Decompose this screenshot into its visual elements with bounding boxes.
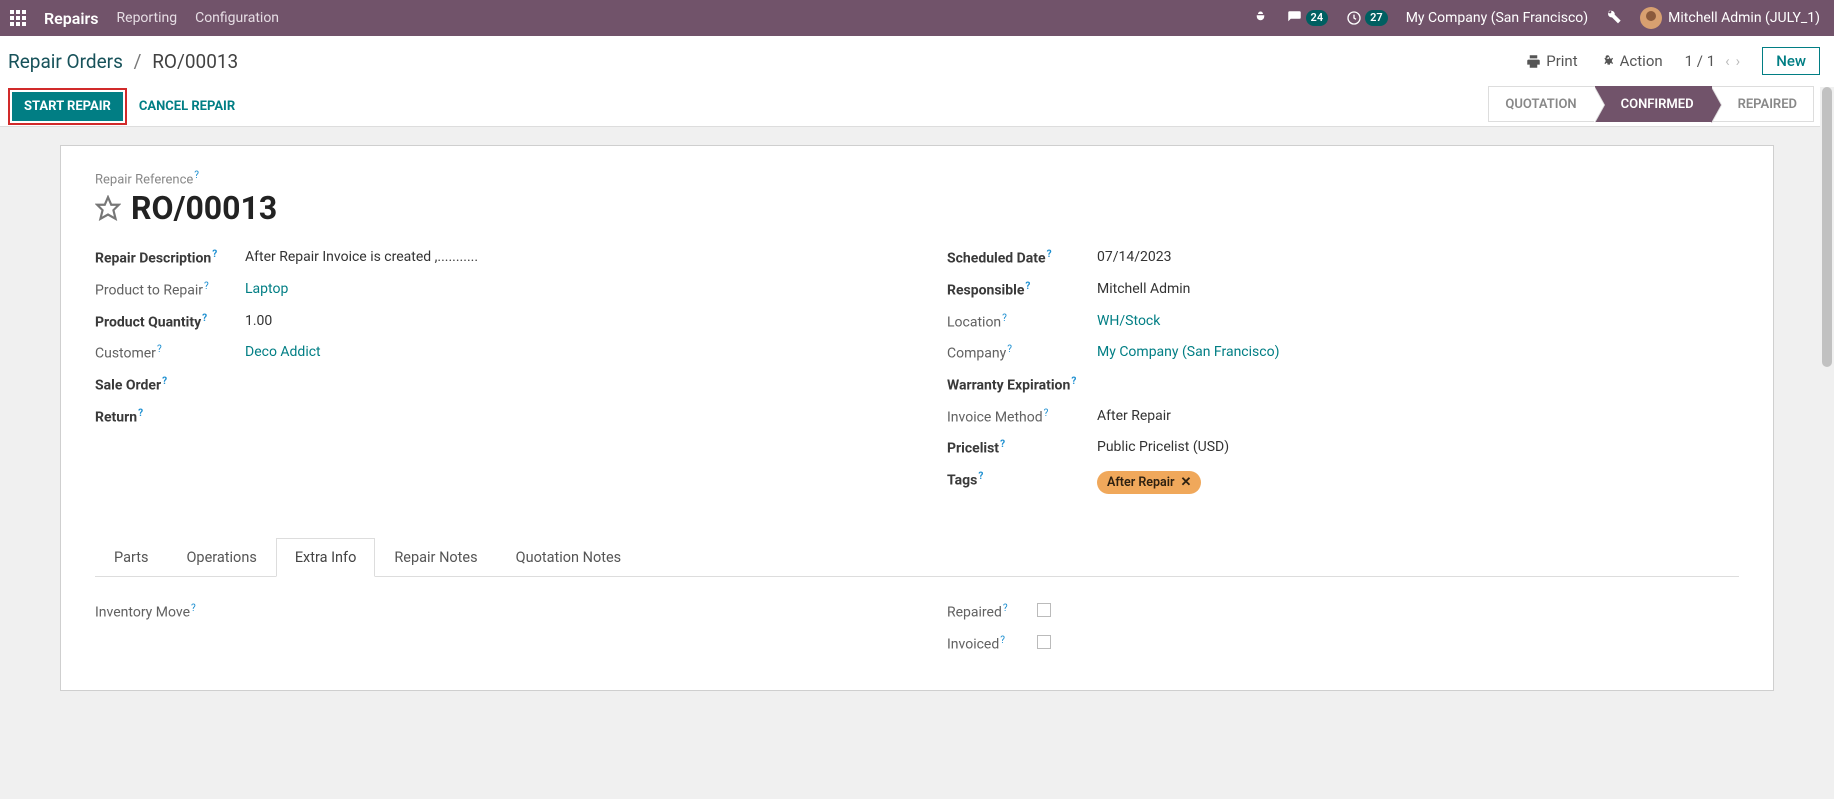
activities-badge: 27 — [1365, 10, 1388, 26]
value-customer[interactable]: Deco Addict — [245, 344, 321, 360]
value-repair-description: After Repair Invoice is created ,.......… — [245, 249, 478, 265]
help-icon[interactable]: ? — [1000, 635, 1005, 646]
value-responsible: Mitchell Admin — [1097, 281, 1190, 297]
help-icon[interactable]: ? — [1071, 376, 1076, 387]
label-location: Location? — [947, 313, 1097, 331]
tab-quotation-notes[interactable]: Quotation Notes — [497, 538, 641, 576]
status-bar: QUOTATION CONFIRMED REPAIRED — [1488, 86, 1814, 122]
help-icon[interactable]: ? — [1025, 281, 1030, 292]
breadcrumb-parent[interactable]: Repair Orders — [8, 50, 123, 73]
start-repair-button[interactable]: START REPAIR — [12, 92, 123, 121]
label-tags: Tags? — [947, 471, 1097, 489]
pager: 1 / 1 ‹ › — [1685, 52, 1741, 70]
label-sale-order: Sale Order? — [95, 376, 245, 394]
checkbox-invoiced[interactable] — [1037, 635, 1051, 649]
help-icon[interactable]: ? — [204, 281, 209, 292]
scrollbar[interactable] — [1820, 87, 1834, 799]
highlight-box: START REPAIR — [8, 88, 127, 125]
cancel-repair-button[interactable]: CANCEL REPAIR — [127, 92, 247, 121]
label-pricelist: Pricelist? — [947, 439, 1097, 457]
label-return: Return? — [95, 408, 245, 426]
activities-icon[interactable]: 27 — [1346, 10, 1388, 26]
help-icon[interactable]: ? — [1007, 344, 1012, 355]
label-scheduled-date: Scheduled Date? — [947, 249, 1097, 267]
tab-operations[interactable]: Operations — [167, 538, 275, 576]
menu-configuration[interactable]: Configuration — [195, 10, 279, 26]
value-tags: After Repair ✕ — [1097, 471, 1201, 494]
pager-prev-icon[interactable]: ‹ — [1725, 52, 1730, 70]
star-icon[interactable] — [95, 195, 121, 221]
help-icon[interactable]: ? — [1044, 408, 1049, 419]
tag-remove-icon[interactable]: ✕ — [1180, 475, 1191, 490]
pager-next-icon[interactable]: › — [1736, 52, 1741, 70]
right-column: Scheduled Date? 07/14/2023 Responsible? … — [947, 249, 1739, 508]
value-company[interactable]: My Company (San Francisco) — [1097, 344, 1279, 360]
tab-repair-notes[interactable]: Repair Notes — [375, 538, 496, 576]
left-column: Repair Description? After Repair Invoice… — [95, 249, 887, 508]
help-icon[interactable]: ? — [194, 170, 199, 181]
tools-icon[interactable] — [1606, 8, 1622, 28]
label-invoiced: Invoiced? — [947, 635, 1037, 653]
pager-text[interactable]: 1 / 1 — [1685, 52, 1716, 70]
label-repair-description: Repair Description? — [95, 249, 245, 267]
status-repaired[interactable]: REPAIRED — [1712, 86, 1814, 122]
label-responsible: Responsible? — [947, 281, 1097, 299]
label-company: Company? — [947, 344, 1097, 362]
label-invoice-method: Invoice Method? — [947, 408, 1097, 426]
messages-badge: 24 — [1306, 10, 1329, 26]
tag-chip[interactable]: After Repair ✕ — [1097, 471, 1201, 494]
menu-reporting[interactable]: Reporting — [117, 10, 178, 26]
help-icon[interactable]: ? — [1047, 249, 1052, 260]
company-selector[interactable]: My Company (San Francisco) — [1406, 10, 1588, 26]
label-customer: Customer? — [95, 344, 245, 362]
app-name[interactable]: Repairs — [44, 9, 99, 28]
value-scheduled-date: 07/14/2023 — [1097, 249, 1172, 265]
label-warranty-expiration: Warranty Expiration? — [947, 376, 1097, 394]
status-quotation[interactable]: QUOTATION — [1488, 86, 1594, 122]
messages-icon[interactable]: 24 — [1286, 10, 1329, 26]
notebook-tabs: Parts Operations Extra Info Repair Notes… — [95, 538, 1739, 577]
help-icon[interactable]: ? — [1003, 603, 1008, 614]
label-product-to-repair: Product to Repair? — [95, 281, 245, 299]
bug-icon[interactable] — [1253, 9, 1268, 28]
help-icon[interactable]: ? — [138, 408, 143, 419]
control-panel: Repair Orders / RO/00013 Print Action 1 … — [0, 36, 1834, 127]
form-sheet: Repair Reference? RO/00013 Repair Descri… — [60, 145, 1774, 691]
label-repaired: Repaired? — [947, 603, 1037, 621]
breadcrumb-current: RO/00013 — [152, 50, 238, 73]
scrollbar-thumb[interactable] — [1822, 87, 1832, 367]
value-location[interactable]: WH/Stock — [1097, 313, 1160, 329]
value-product-to-repair[interactable]: Laptop — [245, 281, 288, 297]
help-icon[interactable]: ? — [978, 471, 983, 482]
print-button[interactable]: Print — [1526, 52, 1577, 70]
new-button[interactable]: New — [1762, 47, 1820, 75]
value-pricelist: Public Pricelist (USD) — [1097, 439, 1229, 455]
help-icon[interactable]: ? — [202, 313, 207, 324]
record-title: RO/00013 — [131, 189, 277, 227]
help-icon[interactable]: ? — [191, 603, 196, 614]
value-invoice-method: After Repair — [1097, 408, 1171, 424]
action-button[interactable]: Action — [1600, 52, 1663, 70]
repair-ref-label: Repair Reference? — [95, 170, 1739, 187]
user-menu[interactable]: Mitchell Admin (JULY_1) — [1640, 7, 1820, 29]
label-product-quantity: Product Quantity? — [95, 313, 245, 331]
user-name: Mitchell Admin (JULY_1) — [1668, 10, 1820, 26]
help-icon[interactable]: ? — [1002, 313, 1007, 324]
label-inventory-move: Inventory Move? — [95, 603, 245, 621]
avatar — [1640, 7, 1662, 29]
help-icon[interactable]: ? — [162, 376, 167, 387]
help-icon[interactable]: ? — [212, 249, 217, 260]
status-confirmed[interactable]: CONFIRMED — [1595, 86, 1712, 122]
checkbox-repaired[interactable] — [1037, 603, 1051, 617]
help-icon[interactable]: ? — [157, 344, 162, 355]
help-icon[interactable]: ? — [1000, 439, 1005, 450]
tab-parts[interactable]: Parts — [95, 538, 167, 576]
tab-content-extra-info: Inventory Move? Repaired? Invoiced? — [95, 577, 1739, 666]
value-product-quantity: 1.00 — [245, 313, 272, 329]
tab-extra-info[interactable]: Extra Info — [276, 538, 376, 577]
breadcrumb: Repair Orders / RO/00013 — [8, 50, 238, 73]
top-navbar: Repairs Reporting Configuration 24 27 My… — [0, 0, 1834, 36]
apps-icon[interactable] — [10, 10, 26, 26]
